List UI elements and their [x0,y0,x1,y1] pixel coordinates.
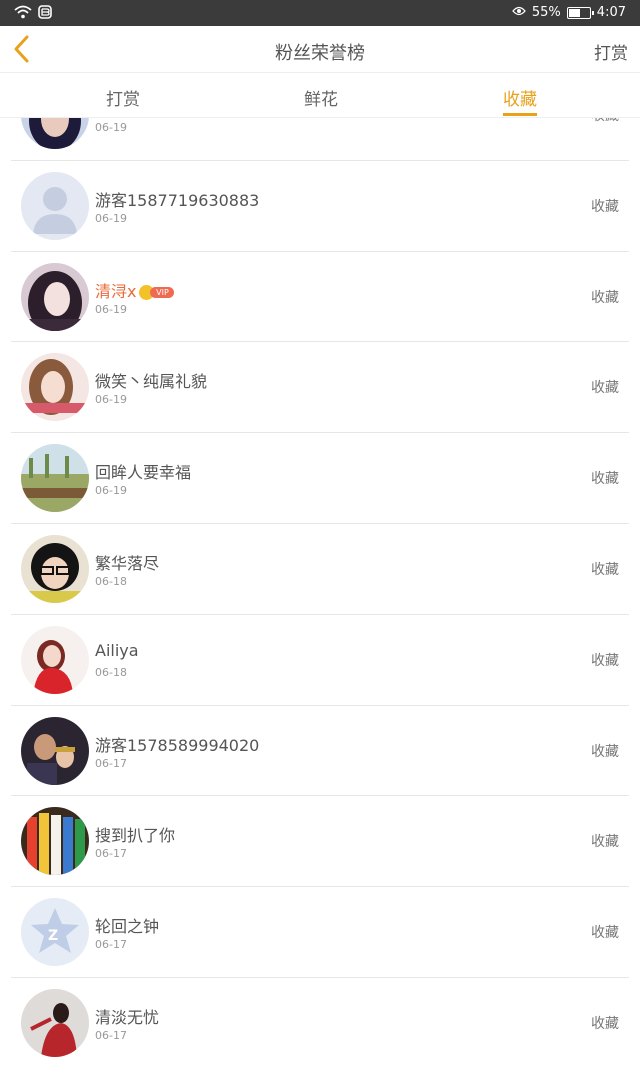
avatar[interactable] [21,716,89,785]
avatar[interactable] [21,118,89,149]
favorite-label: 收藏 [591,118,619,125]
avatar[interactable] [21,444,89,513]
date: 06-18 [95,665,127,679]
clock: 4:07 [596,5,626,20]
avatar[interactable] [21,988,89,1057]
favorite-label: 收藏 [591,834,619,851]
avatar[interactable] [21,171,89,240]
avatar[interactable] [21,625,89,694]
list-item[interactable]: 回眸人要幸福 06-19 收藏 [11,433,629,524]
list-item[interactable]: 清浔x VIP 06-19 收藏 [11,252,629,343]
status-left [14,5,52,23]
fan-list[interactable]: 06-19 收藏 游客1587719630883 06-19 收藏 清浔x VIP… [0,118,640,1067]
active-tab-indicator [503,113,537,116]
vip-badge: VIP [139,284,175,300]
date: 06-19 [95,484,127,498]
user-name: 轮回之钟 [95,917,160,937]
user-name: Ailiya [95,640,139,660]
date: 06-17 [95,756,127,770]
avatar[interactable] [21,353,89,422]
avatar[interactable] [21,807,89,876]
list-item[interactable]: 繁华落尽 06-18 收藏 [11,524,629,615]
user-name: 游客1587719630883 [95,190,260,210]
tab-favorites[interactable]: 收藏 [503,85,537,110]
date: 06-19 [95,121,127,134]
user-name: 清淡无忧 [95,1007,160,1027]
svg-text:Z: Z [48,928,58,944]
list-item[interactable]: 搜到扒了你 06-17 收藏 [11,796,629,888]
list-item[interactable]: Ailiya 06-18 收藏 [11,615,629,706]
list-item[interactable]: 游客1587719630883 06-19 收藏 [11,161,629,252]
status-right: 55% 4:07 [512,5,626,20]
eye-icon [512,5,526,20]
favorite-label: 收藏 [591,380,619,397]
wifi-icon [14,5,32,23]
list-item[interactable]: Z 轮回之钟 06-17 收藏 [11,887,629,978]
qzone-star-icon: Z [21,898,89,967]
tab-bar: 打赏 鲜花 收藏 [0,72,640,118]
favorite-label: 收藏 [591,289,619,306]
tab-reward[interactable]: 打赏 [106,85,140,110]
date: 06-17 [95,1028,127,1042]
favorite-label: 收藏 [591,471,619,488]
favorite-label: 收藏 [591,925,619,942]
user-name-text: 清浔x [95,281,137,301]
favorite-label: 收藏 [591,561,619,578]
fan-list-content: 06-19 收藏 游客1587719630883 06-19 收藏 清浔x VIP… [0,118,640,1067]
list-item[interactable]: 清淡无忧 06-17 收藏 [11,978,629,1067]
battery-icon [566,6,594,19]
date: 06-18 [95,574,127,588]
battery-percent: 55% [531,5,561,20]
date: 06-19 [95,302,127,316]
date: 06-17 [95,938,127,952]
avatar[interactable]: Z [21,898,89,967]
avatar[interactable] [21,534,89,603]
favorite-label: 收藏 [591,1015,619,1032]
user-name: 游客1578589994020 [95,735,260,755]
app-notification-icon [38,5,52,23]
user-name: 繁华落尽 [95,553,160,573]
user-name: 微笑丶纯属礼貌 [95,372,208,392]
status-bar: 55% 4:07 [0,0,640,26]
title-bar: 粉丝荣誉榜 打赏 [0,26,640,72]
avatar[interactable] [21,262,89,331]
favorite-label: 收藏 [591,652,619,669]
date: 06-17 [95,847,127,861]
page-title: 粉丝荣誉榜 [275,43,365,64]
list-item[interactable]: 游客1578589994020 06-17 收藏 [11,706,629,797]
date: 06-19 [95,211,127,225]
list-item[interactable]: 微笑丶纯属礼貌 06-19 收藏 [11,342,629,434]
user-name: 搜到扒了你 [95,826,176,846]
user-name: 回眸人要幸福 [95,463,192,483]
reward-button[interactable]: 打赏 [594,39,628,64]
vip-label: VIP [150,286,175,298]
default-user-icon [21,171,89,240]
favorite-label: 收藏 [591,743,619,760]
user-name: 清浔x VIP [95,278,175,302]
tab-flowers[interactable]: 鲜花 [304,85,338,110]
favorite-label: 收藏 [591,198,619,215]
list-item[interactable]: 06-19 收藏 [11,118,629,161]
date: 06-19 [95,393,127,407]
